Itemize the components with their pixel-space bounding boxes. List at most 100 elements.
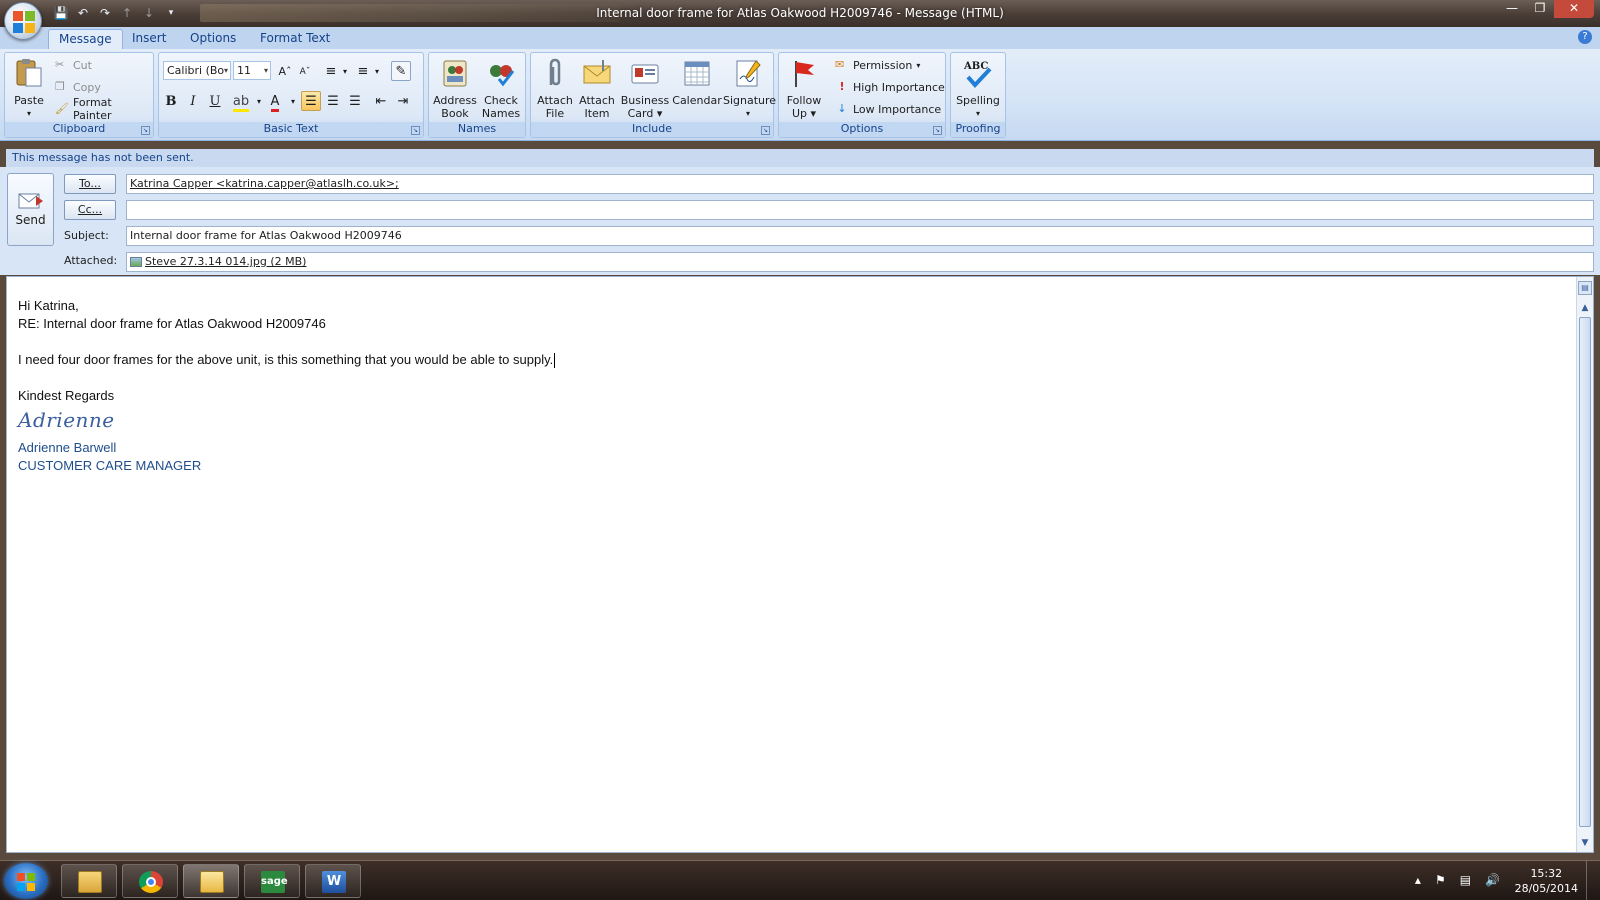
signature-button[interactable]: Signature ▾ bbox=[723, 57, 776, 120]
clipboard-launcher-icon[interactable]: ↘ bbox=[141, 126, 150, 135]
attach-item-button[interactable]: Attach Item bbox=[577, 57, 617, 120]
network-icon[interactable]: ▤ bbox=[1460, 873, 1471, 887]
action-center-flag-icon[interactable]: ⚑ bbox=[1435, 873, 1446, 887]
high-importance-button[interactable]: ! High Importance bbox=[835, 78, 945, 96]
basic-text-group-label: Basic Text bbox=[159, 122, 423, 137]
bullets-dropdown-icon[interactable]: ▾ bbox=[335, 61, 355, 81]
follow-up-button[interactable]: Follow Up ▾ bbox=[783, 57, 825, 120]
increase-indent-icon[interactable]: ⇥ bbox=[393, 91, 413, 111]
options-launcher-icon[interactable]: ↘ bbox=[933, 126, 942, 135]
ribbon: Paste ▾ ✂ Cut ❐ Copy 🖌 Format Painter Cl… bbox=[0, 49, 1600, 141]
bold-button[interactable]: B bbox=[161, 91, 181, 111]
subject-field[interactable]: Internal door frame for Atlas Oakwood H2… bbox=[126, 226, 1594, 246]
check-names-button[interactable]: Check Names bbox=[479, 57, 523, 120]
paste-button[interactable]: Paste ▾ bbox=[9, 57, 49, 120]
tab-insert[interactable]: Insert bbox=[122, 29, 176, 49]
send-button[interactable]: Send bbox=[7, 173, 54, 246]
office-button[interactable] bbox=[4, 2, 42, 40]
start-button[interactable] bbox=[4, 863, 48, 899]
tab-options[interactable]: Options bbox=[180, 29, 246, 49]
body-text[interactable]: Hi Katrina, RE: Internal door frame for … bbox=[18, 297, 556, 475]
underline-button[interactable]: U bbox=[205, 91, 225, 111]
taskbar-outlook[interactable] bbox=[183, 864, 239, 898]
spelling-icon: ABC bbox=[963, 61, 992, 88]
view-ruler-icon[interactable]: ▤ bbox=[1578, 281, 1592, 295]
clear-formatting-icon[interactable]: ✎ bbox=[391, 61, 411, 81]
attachment-link[interactable]: Steve 27.3.14 014.jpg (2 MB) bbox=[145, 255, 306, 268]
scroll-down-icon[interactable]: ▼ bbox=[1579, 838, 1591, 850]
show-desktop-button[interactable] bbox=[1586, 861, 1600, 900]
grow-font-icon[interactable]: Aˆ bbox=[275, 61, 295, 81]
high-importance-label: High Importance bbox=[853, 80, 945, 94]
cc-field[interactable] bbox=[126, 200, 1594, 220]
message-line: I need four door frames for the above un… bbox=[18, 351, 556, 369]
message-body[interactable]: Hi Katrina, RE: Internal door frame for … bbox=[6, 276, 1594, 853]
copy-button[interactable]: ❐ Copy bbox=[55, 78, 101, 96]
spelling-button[interactable]: ABC Spelling ▾ bbox=[953, 57, 1003, 120]
cc-button[interactable]: Cc... bbox=[64, 200, 116, 220]
align-center-icon[interactable]: ☰ bbox=[323, 91, 343, 111]
include-launcher-icon[interactable]: ↘ bbox=[761, 126, 770, 135]
options-group-label: Options bbox=[779, 122, 945, 137]
calendar-button[interactable]: Calendar bbox=[671, 57, 723, 107]
attach-item-line1: Attach bbox=[579, 94, 615, 107]
group-include: Attach File Attach Item Business Card ▾ bbox=[530, 52, 776, 138]
cut-label: Cut bbox=[73, 58, 92, 72]
restore-icon[interactable]: ❐ bbox=[1526, 0, 1554, 18]
address-book-line1: Address bbox=[433, 94, 477, 107]
volume-icon[interactable]: 🔊 bbox=[1485, 873, 1500, 887]
group-proofing: ABC Spelling ▾ Proofing bbox=[950, 52, 1006, 138]
minimize-icon[interactable]: — bbox=[1498, 0, 1526, 18]
names-group-label: Names bbox=[429, 122, 525, 137]
font-color-dropdown-icon[interactable]: ▾ bbox=[283, 91, 303, 111]
address-book-button[interactable]: Address Book bbox=[433, 57, 477, 120]
help-icon[interactable]: ? bbox=[1578, 30, 1592, 44]
attach-file-button[interactable]: Attach File bbox=[535, 57, 575, 120]
word-icon: W bbox=[322, 871, 346, 893]
format-painter-button[interactable]: 🖌 Format Painter bbox=[55, 96, 153, 122]
to-field[interactable]: Katrina Capper <katrina.capper@atlaslh.c… bbox=[126, 174, 1594, 194]
to-recipient[interactable]: Katrina Capper <katrina.capper@atlaslh.c… bbox=[130, 177, 399, 190]
to-button[interactable]: To... bbox=[64, 174, 116, 194]
highlight-icon[interactable]: ab bbox=[231, 91, 251, 112]
decrease-indent-icon[interactable]: ⇤ bbox=[371, 91, 391, 111]
scroll-thumb[interactable] bbox=[1579, 317, 1591, 827]
permission-dropdown-icon[interactable]: ▾ bbox=[916, 61, 920, 70]
show-hidden-icons-icon[interactable]: ▴ bbox=[1415, 873, 1421, 887]
close-icon[interactable]: ✕ bbox=[1554, 0, 1594, 18]
tab-format-text[interactable]: Format Text bbox=[250, 29, 340, 49]
font-size-value: 11 bbox=[237, 64, 251, 77]
abc-glyph: ABC bbox=[963, 61, 988, 72]
paste-dropdown-icon[interactable]: ▾ bbox=[9, 107, 49, 120]
taskbar-sage[interactable]: sage bbox=[244, 864, 300, 898]
group-names: Address Book Check Names Names bbox=[428, 52, 526, 138]
taskbar-chrome[interactable] bbox=[122, 864, 178, 898]
italic-button[interactable]: I bbox=[183, 91, 203, 111]
font-dropdown-icon[interactable]: ▾ bbox=[224, 62, 228, 79]
font-color-icon[interactable]: A bbox=[265, 91, 285, 112]
scroll-up-icon[interactable]: ▲ bbox=[1579, 303, 1591, 315]
font-size-combo[interactable]: 11 ▾ bbox=[233, 61, 271, 80]
spelling-dropdown-icon[interactable]: ▾ bbox=[953, 107, 1003, 120]
taskbar-file-explorer[interactable] bbox=[61, 864, 117, 898]
align-right-icon[interactable]: ☰ bbox=[345, 91, 365, 111]
size-dropdown-icon[interactable]: ▾ bbox=[264, 62, 268, 79]
business-card-button[interactable]: Business Card ▾ bbox=[619, 57, 671, 120]
numbering-dropdown-icon[interactable]: ▾ bbox=[367, 61, 387, 81]
taskbar-word[interactable]: W bbox=[305, 864, 361, 898]
attachment-field: Steve 27.3.14 014.jpg (2 MB) bbox=[126, 252, 1594, 272]
align-left-icon[interactable]: ☰ bbox=[301, 91, 321, 111]
tab-message[interactable]: Message bbox=[48, 29, 123, 49]
signature-dropdown-icon[interactable]: ▾ bbox=[723, 107, 773, 120]
basic-text-launcher-icon[interactable]: ↘ bbox=[411, 126, 420, 135]
taskbar-clock[interactable]: 15:32 28/05/2014 bbox=[1515, 866, 1578, 896]
signature-title: CUSTOMER CARE MANAGER bbox=[18, 458, 202, 473]
font-name-combo[interactable]: Calibri (Bo ▾ bbox=[163, 61, 231, 80]
cut-button[interactable]: ✂ Cut bbox=[55, 56, 92, 74]
flag-icon bbox=[795, 61, 814, 87]
font-name-value: Calibri (Bo bbox=[167, 64, 225, 77]
low-importance-button[interactable]: ↓ Low Importance bbox=[835, 100, 941, 118]
shrink-font-icon[interactable]: Aˇ bbox=[295, 61, 315, 81]
permission-button[interactable]: ✉ Permission ▾ bbox=[835, 56, 920, 74]
vertical-scrollbar[interactable]: ▤ ▲ ▼ bbox=[1576, 277, 1593, 852]
